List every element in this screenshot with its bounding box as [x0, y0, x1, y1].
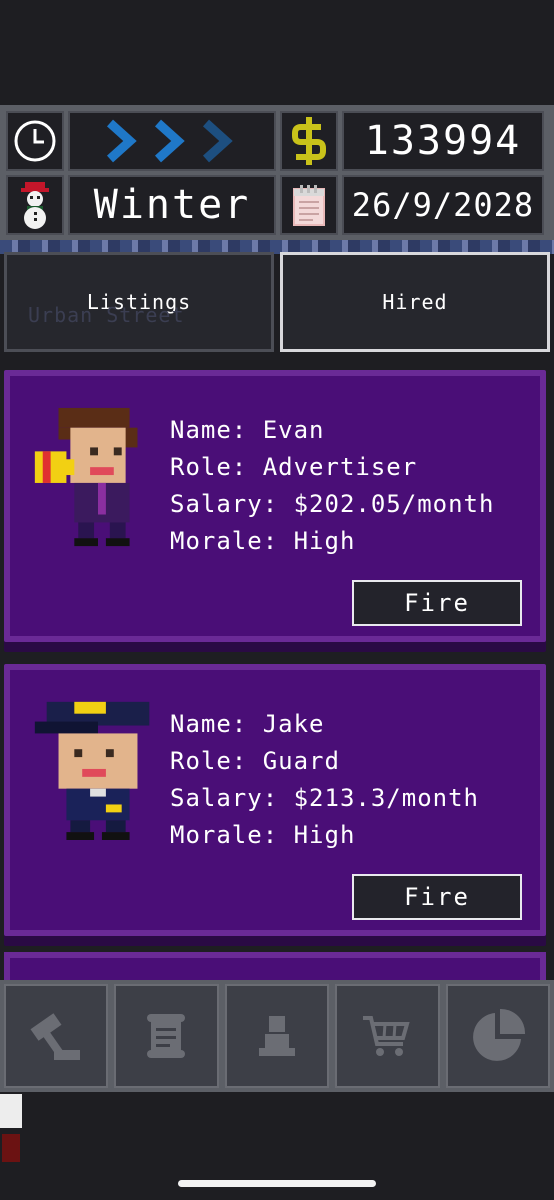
guard-avatar [34, 701, 150, 840]
employee-card: Name: Jake Role: Guard Salary: $213.3/mo… [4, 664, 546, 936]
employee-name: Name: Jake [170, 710, 325, 738]
home-indicator[interactable] [178, 1180, 376, 1187]
calendar-icon-cell [280, 175, 338, 235]
background-street-label: Urban Street [28, 303, 185, 327]
money-display: 133994 [342, 111, 544, 171]
top-status-bar: 133994 Winter 26/9/2028 [0, 105, 554, 240]
season-display: Winter [68, 175, 276, 235]
nav-staff[interactable] [224, 984, 330, 1088]
bottom-navigation [0, 980, 554, 1092]
season-icon-cell [6, 175, 64, 235]
fire-button[interactable]: Fire [352, 580, 522, 626]
money-icon-cell [280, 111, 338, 171]
nav-shop[interactable] [335, 984, 440, 1088]
fire-button[interactable]: Fire [352, 874, 522, 920]
employee-card: Name: Evan Role: Advertiser Salary: $202… [4, 370, 546, 642]
cart-icon [363, 1016, 411, 1056]
employee-info: Name: Jake Role: Guard Salary: $213.3/mo… [170, 706, 479, 854]
pie-chart-icon [472, 1008, 525, 1061]
snowman-icon [21, 182, 49, 229]
employee-role: Role: Advertiser [170, 453, 418, 481]
date-display: 26/9/2028 [342, 175, 544, 235]
dollar-icon [292, 117, 326, 165]
build-hammer-icon [30, 1013, 81, 1060]
employee-salary: Salary: $213.3/month [170, 784, 479, 812]
employee-morale: Morale: High [170, 821, 356, 849]
advertiser-avatar [34, 407, 138, 547]
employee-card-partial [4, 952, 546, 980]
employee-name: Name: Evan [170, 416, 325, 444]
scroll-icon [146, 1014, 185, 1058]
calendar-icon [293, 185, 325, 226]
partial-sprite [0, 1094, 22, 1128]
staff-person-icon [259, 1016, 296, 1056]
employee-info: Name: Evan Role: Advertiser Salary: $202… [170, 412, 494, 560]
clock-button[interactable] [6, 111, 64, 171]
employee-salary: Salary: $202.05/month [170, 490, 495, 518]
clock-icon [14, 120, 56, 162]
tab-hired-label: Hired [382, 290, 448, 314]
nav-stats[interactable] [445, 984, 551, 1088]
nav-build[interactable] [4, 984, 109, 1088]
partial-sprite-body [2, 1134, 20, 1162]
tab-hired[interactable]: Hired [280, 252, 550, 352]
fast-forward-icon [106, 119, 233, 163]
nav-contracts[interactable] [114, 984, 219, 1088]
employee-morale: Morale: High [170, 527, 356, 555]
employee-role: Role: Guard [170, 747, 340, 775]
tab-listings[interactable]: Listings [4, 252, 274, 352]
speed-control[interactable] [68, 111, 276, 171]
